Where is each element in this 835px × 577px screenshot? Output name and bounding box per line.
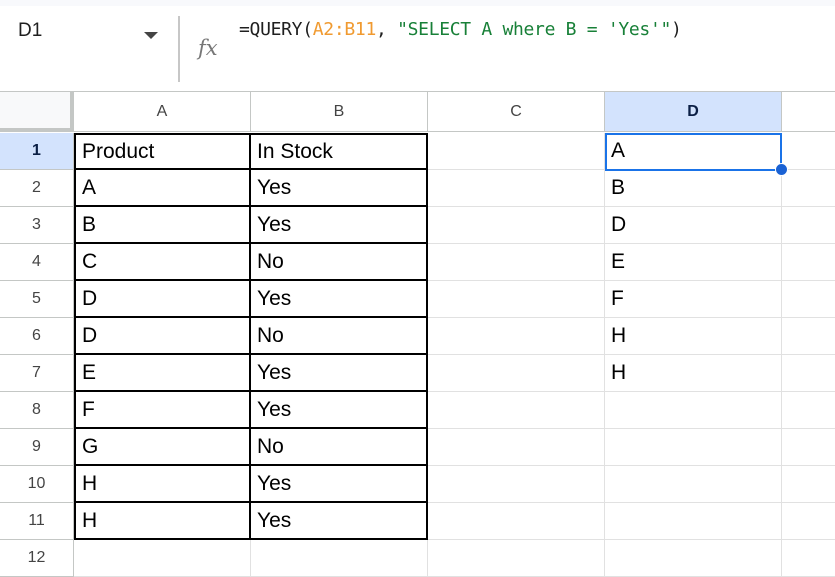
cell-d6[interactable]: H — [605, 318, 782, 355]
formula-part-plain: , — [376, 19, 398, 40]
cell-a3[interactable]: B — [74, 207, 251, 244]
row-header-10[interactable]: 10 — [0, 466, 74, 503]
cell-d9[interactable] — [605, 429, 782, 466]
cell-e11[interactable] — [782, 503, 835, 540]
cell-b1[interactable]: In Stock — [251, 133, 428, 170]
row-header-8[interactable]: 8 — [0, 392, 74, 429]
row-header-3[interactable]: 3 — [0, 207, 74, 244]
formula-part-range: A2:B11 — [312, 19, 377, 40]
cell-c2[interactable] — [428, 170, 605, 207]
name-box-dropdown-icon[interactable] — [144, 32, 158, 39]
cell-a9[interactable]: G — [74, 429, 251, 466]
formula-part-plain: ) — [671, 19, 682, 40]
cell-c4[interactable] — [428, 244, 605, 281]
row-header-2[interactable]: 2 — [0, 170, 74, 207]
formula-part-plain: =QUERY( — [239, 19, 313, 40]
cell-a6[interactable]: D — [74, 318, 251, 355]
formula-bar-divider — [178, 16, 180, 82]
cell-b5[interactable]: Yes — [251, 281, 428, 318]
cell-c8[interactable] — [428, 392, 605, 429]
cell-c7[interactable] — [428, 355, 605, 392]
cell-a1[interactable]: Product — [74, 133, 251, 170]
cell-e7[interactable] — [782, 355, 835, 392]
cell-b3[interactable]: Yes — [251, 207, 428, 244]
column-header-e[interactable] — [782, 91, 835, 132]
cell-c3[interactable] — [428, 207, 605, 244]
cell-d10[interactable] — [605, 466, 782, 503]
cell-a10[interactable]: H — [74, 466, 251, 503]
formula-input[interactable]: =QUERY(A2:B11, "SELECT A where B = 'Yes'… — [239, 19, 682, 40]
fx-icon: fx — [198, 36, 218, 60]
cell-d7[interactable]: H — [605, 355, 782, 392]
cell-d11[interactable] — [605, 503, 782, 540]
name-box[interactable]: D1 — [18, 20, 42, 42]
cell-e3[interactable] — [782, 207, 835, 244]
formula-bar: D1 fx =QUERY(A2:B11, "SELECT A where B =… — [0, 6, 835, 90]
cell-d3[interactable]: D — [605, 207, 782, 244]
row-header-11[interactable]: 11 — [0, 503, 74, 540]
fill-handle[interactable] — [775, 163, 788, 176]
cell-a12[interactable] — [74, 540, 251, 577]
cell-a2[interactable]: A — [74, 170, 251, 207]
cell-d4[interactable]: E — [605, 244, 782, 281]
cell-e9[interactable] — [782, 429, 835, 466]
formula-part-string: "SELECT A where B = 'Yes'" — [397, 19, 672, 40]
cell-c10[interactable] — [428, 466, 605, 503]
cell-a4[interactable]: C — [74, 244, 251, 281]
cell-e5[interactable] — [782, 281, 835, 318]
cell-c9[interactable] — [428, 429, 605, 466]
cell-e8[interactable] — [782, 392, 835, 429]
cell-a7[interactable]: E — [74, 355, 251, 392]
cell-b8[interactable]: Yes — [251, 392, 428, 429]
row-header-5[interactable]: 5 — [0, 281, 74, 318]
cell-d12[interactable] — [605, 540, 782, 577]
cell-d8[interactable] — [605, 392, 782, 429]
row-header-4[interactable]: 4 — [0, 244, 74, 281]
cell-a5[interactable]: D — [74, 281, 251, 318]
row-header-9[interactable]: 9 — [0, 429, 74, 466]
cell-d1[interactable]: A — [605, 133, 782, 170]
cell-e12[interactable] — [782, 540, 835, 577]
column-header-d[interactable]: D — [605, 91, 782, 132]
row-header-1[interactable]: 1 — [0, 133, 74, 170]
row-header-6[interactable]: 6 — [0, 318, 74, 355]
cell-a11[interactable]: H — [74, 503, 251, 540]
cell-c5[interactable] — [428, 281, 605, 318]
column-header-c[interactable]: C — [428, 91, 605, 132]
cell-e1[interactable] — [782, 133, 835, 170]
cell-b4[interactable]: No — [251, 244, 428, 281]
cell-b7[interactable]: Yes — [251, 355, 428, 392]
column-header-b[interactable]: B — [251, 91, 428, 132]
column-header-a[interactable]: A — [74, 91, 251, 132]
cell-e10[interactable] — [782, 466, 835, 503]
row-header-12[interactable]: 12 — [0, 540, 74, 577]
cell-c11[interactable] — [428, 503, 605, 540]
cell-b2[interactable]: Yes — [251, 170, 428, 207]
cell-c1[interactable] — [428, 133, 605, 170]
cell-b11[interactable]: Yes — [251, 503, 428, 540]
cell-d2[interactable]: B — [605, 170, 782, 207]
cell-c6[interactable] — [428, 318, 605, 355]
cell-e4[interactable] — [782, 244, 835, 281]
cell-e2[interactable] — [782, 170, 835, 207]
cell-b12[interactable] — [251, 540, 428, 577]
cell-d5[interactable]: F — [605, 281, 782, 318]
cell-b9[interactable]: No — [251, 429, 428, 466]
row-header-7[interactable]: 7 — [0, 355, 74, 392]
cell-b6[interactable]: No — [251, 318, 428, 355]
cell-b10[interactable]: Yes — [251, 466, 428, 503]
cell-a8[interactable]: F — [74, 392, 251, 429]
cell-c12[interactable] — [428, 540, 605, 577]
select-all-corner[interactable] — [0, 91, 74, 132]
cell-e6[interactable] — [782, 318, 835, 355]
